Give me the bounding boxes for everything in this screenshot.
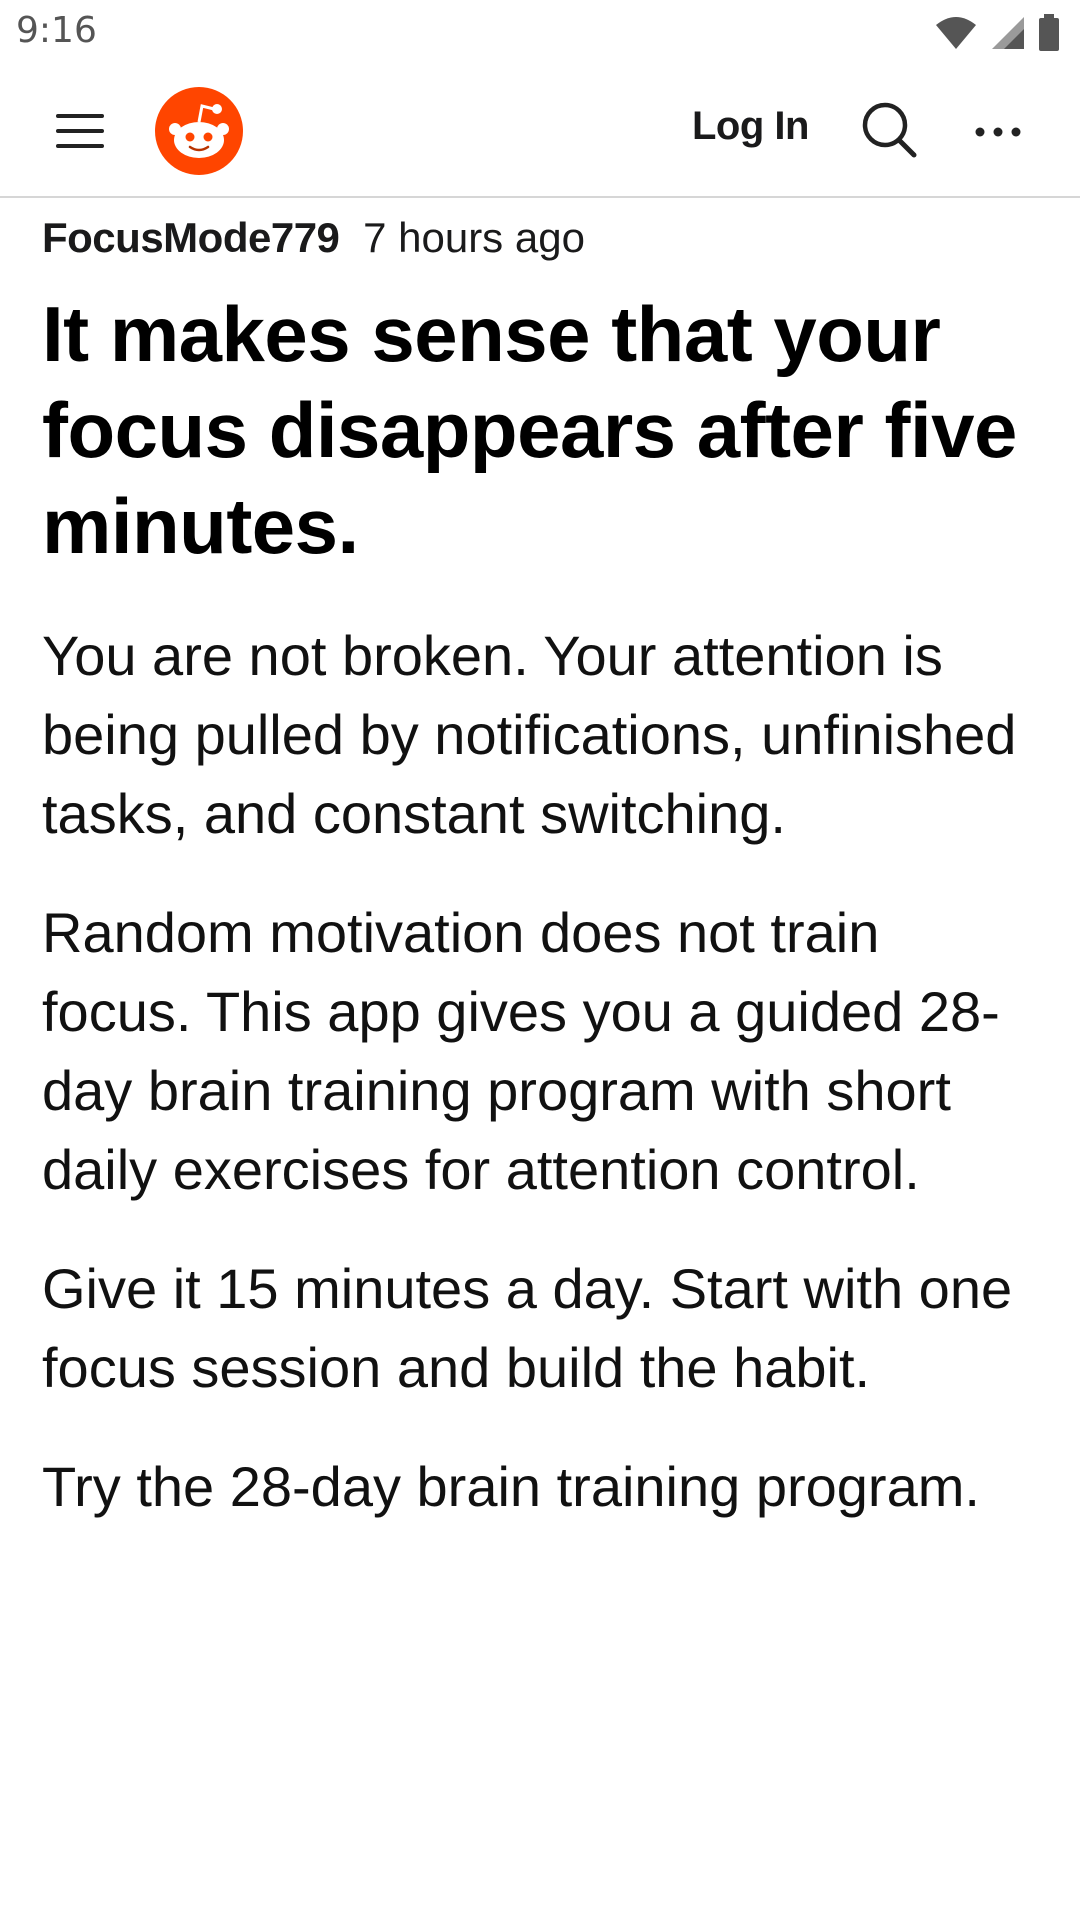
post-body: You are not broken. Your attention is be… <box>42 616 1042 1526</box>
post-paragraph: Give it 15 minutes a day. Start with one… <box>42 1257 1013 1399</box>
post-time: 7 hours ago <box>363 214 585 261</box>
status-time: 9:16 <box>16 10 97 51</box>
post-author[interactable]: FocusMode779 <box>42 214 340 261</box>
battery-icon <box>1038 14 1060 57</box>
signal-icon <box>990 15 1026 56</box>
reddit-logo-icon <box>154 87 244 180</box>
menu-button[interactable] <box>52 106 108 156</box>
search-button[interactable] <box>858 98 922 162</box>
app-header: Log In <box>0 70 1080 198</box>
wifi-icon <box>934 15 978 56</box>
reddit-logo[interactable] <box>154 86 244 176</box>
status-icons <box>934 14 1060 57</box>
search-icon <box>858 102 922 166</box>
post-paragraph: Try the 28-day brain training program. <box>42 1455 980 1518</box>
post-paragraph: You are not broken. Your attention is be… <box>42 624 1017 845</box>
login-button[interactable]: Log In <box>692 104 809 149</box>
post-meta: FocusMode779 7 hours ago <box>42 210 1042 266</box>
more-icon <box>970 127 1026 164</box>
post-title: It makes sense that your focus disappear… <box>42 290 1017 570</box>
status-bar: 9:16 <box>0 0 1080 70</box>
post: FocusMode779 7 hours ago It makes sense … <box>42 210 1042 1566</box>
more-button[interactable] <box>970 104 1026 160</box>
post-paragraph: Random motivation does not train focus. … <box>42 901 1000 1201</box>
